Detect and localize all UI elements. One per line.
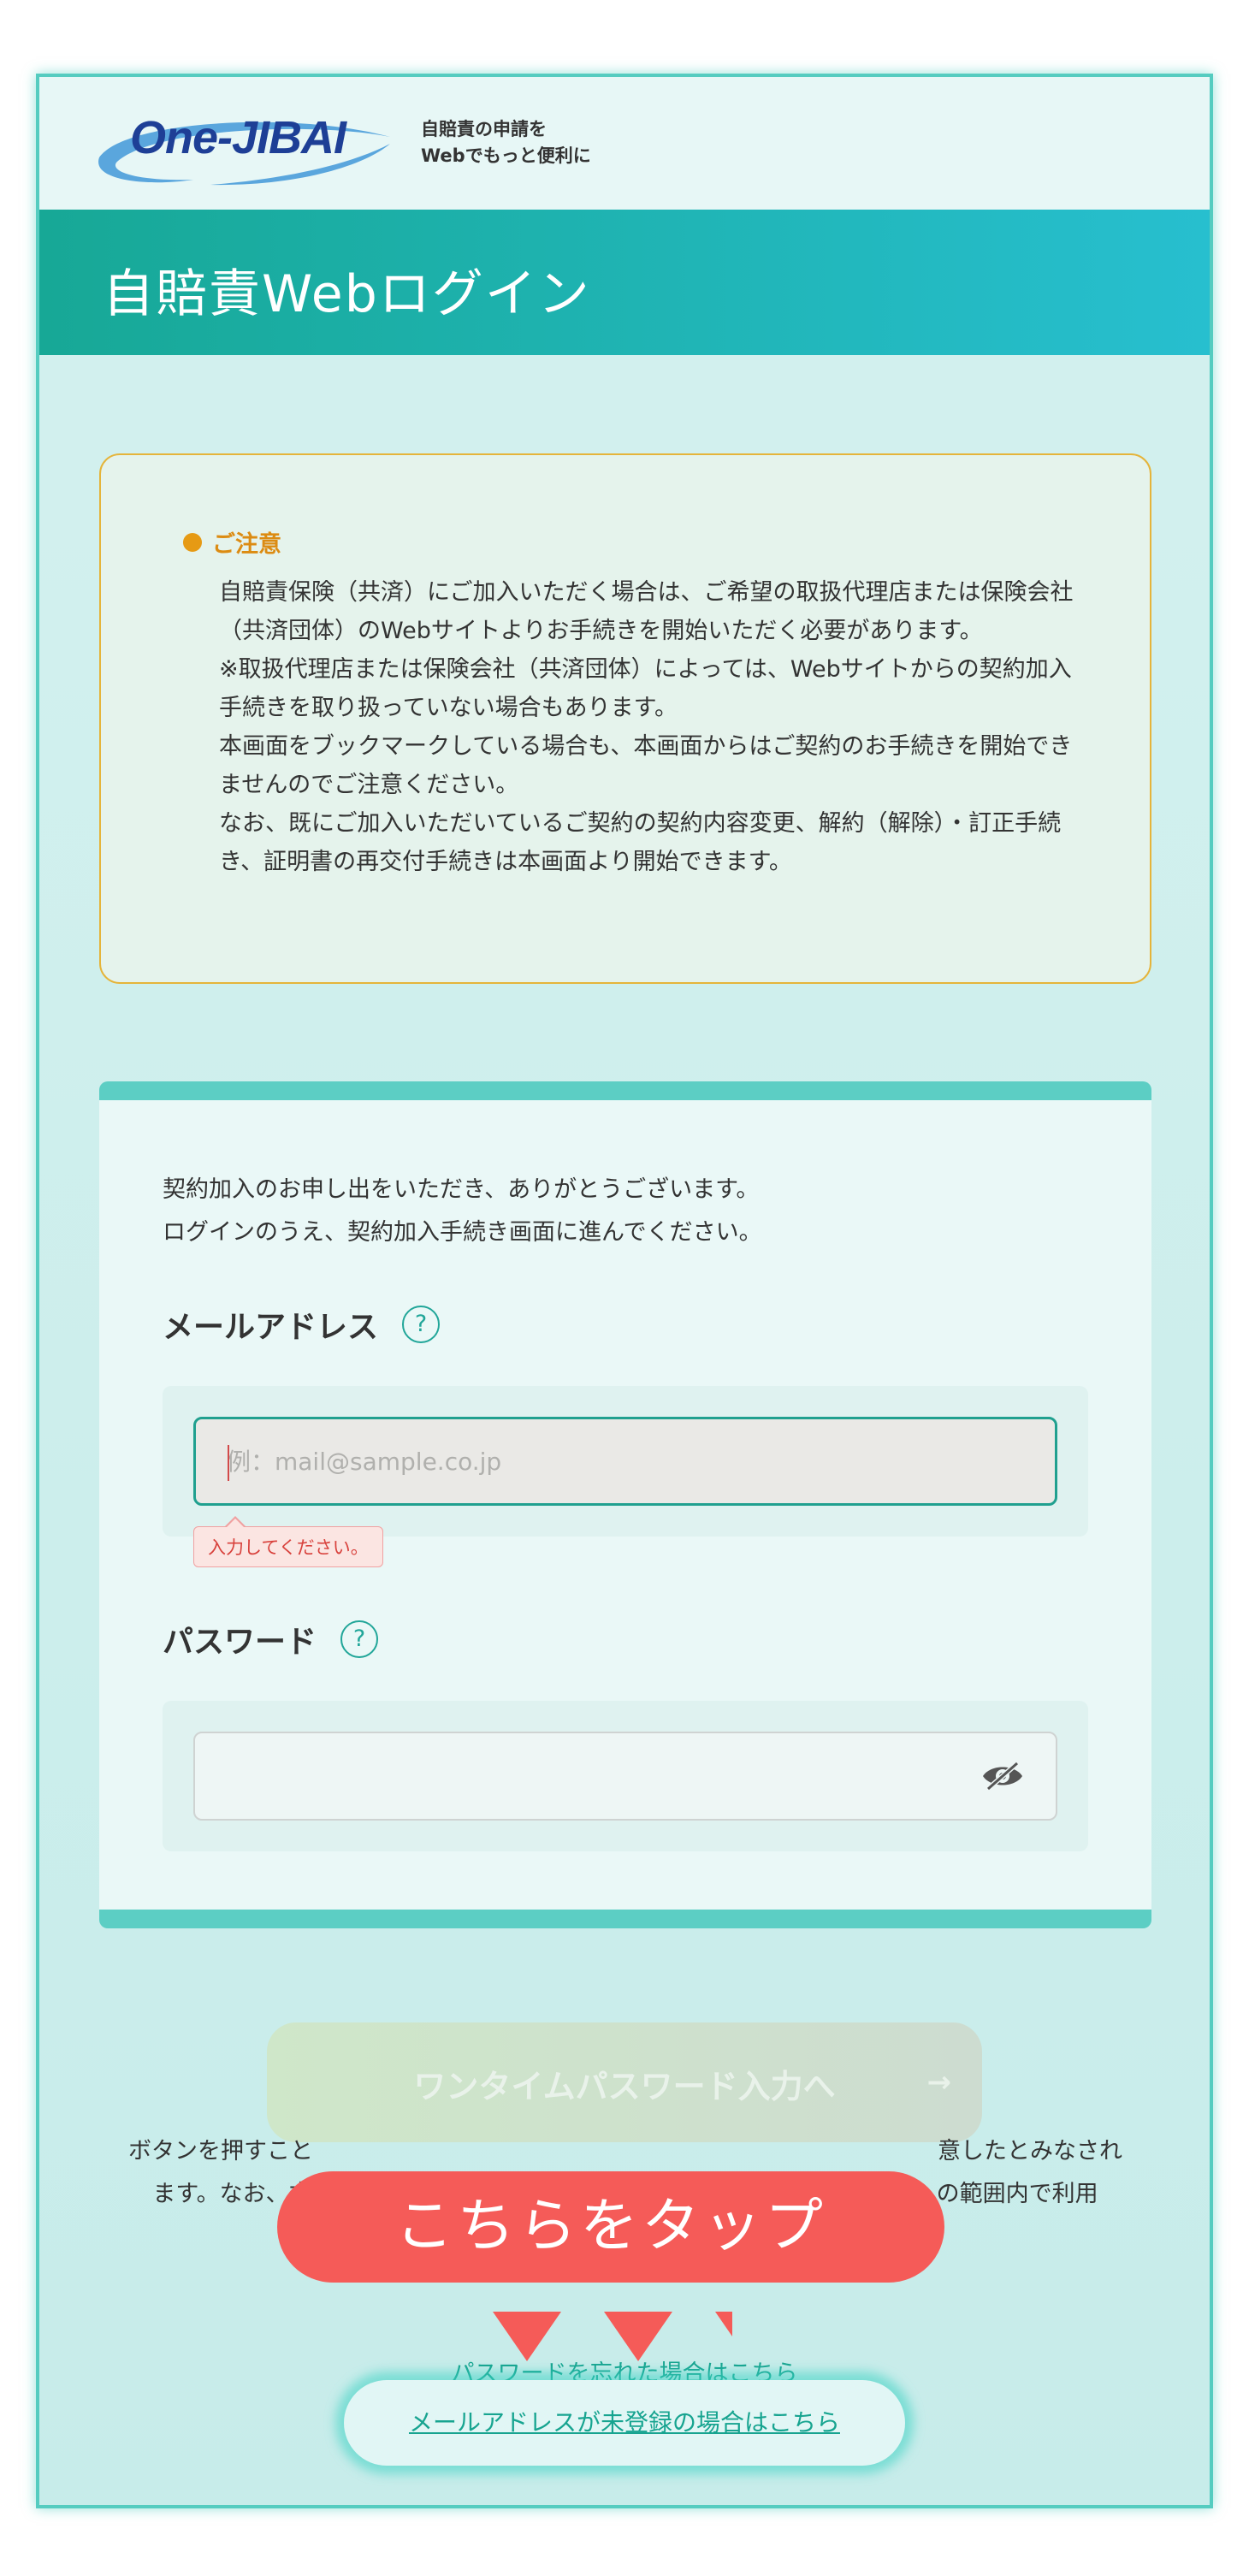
notice-heading: ご注意 [183, 525, 281, 559]
form-intro: 契約加入のお申し出をいただき、ありがとうございます。 ログインのうえ、契約加入手… [163, 1169, 1061, 1254]
login-form-card: 契約加入のお申し出をいただき、ありがとうございます。 ログインのうえ、契約加入手… [99, 1081, 1151, 1928]
arrow-right-icon: → [926, 2065, 952, 2099]
password-label-row: パスワード ? [163, 1617, 379, 1661]
intro-line: 契約加入のお申し出をいただき、ありがとうございます。 [163, 1176, 760, 1203]
notice-body: 自賠責保険（共済）にご加入いただく場合は、ご希望の取扱代理店または保険会社（共済… [219, 573, 1074, 881]
password-help-icon[interactable]: ? [340, 1620, 379, 1658]
email-unregistered-link[interactable]: メールアドレスが未登録の場合はこちら [409, 2404, 840, 2438]
intro-line: ログインのうえ、契約加入手続き画面に進んでください。 [163, 1219, 762, 1246]
password-field-box [193, 1732, 1057, 1821]
onetime-password-button-label: ワンタイムパスワード入力へ [413, 2068, 836, 2105]
email-error-tooltip: 入力してください。 [193, 1516, 383, 1567]
tagline-line: 自賠責の申請を [421, 119, 547, 139]
password-label: パスワード [163, 1625, 317, 1660]
tagline-line: Webでもっと便利に [421, 145, 591, 166]
title-band: 自賠責Webログイン [39, 210, 1210, 355]
tap-arrows [493, 2312, 732, 2361]
down-arrow-icon [493, 2312, 561, 2361]
email-input[interactable] [196, 1419, 1055, 1503]
down-arrow-icon [604, 2312, 672, 2361]
email-label: メールアドレス [163, 1310, 379, 1345]
email-help-icon[interactable]: ? [402, 1306, 441, 1343]
password-input[interactable] [195, 1733, 1056, 1819]
agreement-fragment: の範囲内で利用 [936, 2181, 1098, 2207]
agreement-fragment: ボタンを押すこと [128, 2138, 313, 2164]
notice-paragraph: なお、既にご加入いただいているご契約の契約内容変更、解約（解除）・訂正手続き、証… [219, 810, 1062, 875]
logo-text: One-JIBAI [130, 112, 346, 163]
tagline: 自賠責の申請を Webでもっと便利に [421, 116, 643, 169]
password-input-shell [163, 1701, 1088, 1851]
email-label-row: メールアドレス ? [163, 1302, 441, 1347]
email-field-box [193, 1417, 1057, 1506]
page-frame: One-JIBAI 自賠責の申請を Webでもっと便利に 自賠責Webログイン … [36, 74, 1213, 2508]
one-jibai-logo[interactable]: One-JIBAI [91, 101, 450, 195]
notice-title: ご注意 [212, 531, 281, 558]
tap-here-banner: こちらをタップ [277, 2171, 944, 2283]
agreement-line: ボタンを押すこと 意したとみなされ [92, 2130, 1158, 2173]
email-unregistered-button[interactable]: メールアドレスが未登録の場合はこちら [344, 2380, 905, 2466]
notice-paragraph: 本画面をブックマークしている場合も、本画面からはご契約のお手続きを開始できません… [219, 733, 1073, 798]
site-header: One-JIBAI 自賠責の申請を Webでもっと便利に [39, 77, 1210, 210]
onetime-password-button[interactable]: ワンタイムパスワード入力へ → [267, 2022, 982, 2142]
notice-paragraph: 自賠責保険（共済）にご加入いただく場合は、ご希望の取扱代理店または保険会社（共済… [219, 579, 1074, 644]
notice-paragraph: ※取扱代理店または保険会社（共済団体）によっては、Webサイトからの契約加入手続… [219, 656, 1072, 721]
page-title: 自賠責Webログイン [103, 264, 591, 324]
notice-box: ご注意 自賠責保険（共済）にご加入いただく場合は、ご希望の取扱代理店または保険会… [99, 453, 1151, 984]
text-caret [228, 1445, 229, 1481]
agreement-fragment: 意したとみなされ [938, 2138, 1122, 2164]
eye-slash-icon[interactable] [980, 1759, 1025, 1793]
bullet-dot-icon [183, 532, 202, 552]
email-input-shell [163, 1386, 1088, 1537]
down-arrow-icon [715, 2312, 732, 2336]
